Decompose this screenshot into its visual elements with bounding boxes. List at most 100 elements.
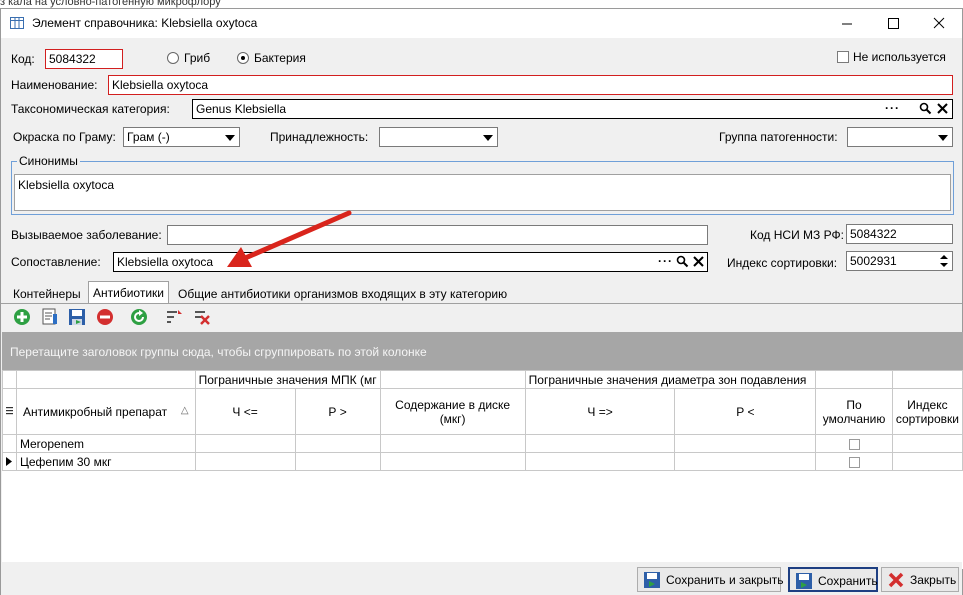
maximize-button[interactable] — [870, 9, 916, 38]
minimize-button[interactable] — [824, 9, 870, 38]
name-field[interactable]: Klebsiella oxytoca — [108, 75, 953, 95]
col-s-ge[interactable]: Ч => — [524, 388, 676, 435]
clear-filter-icon[interactable] — [193, 308, 211, 326]
synonyms-field[interactable]: Klebsiella oxytoca — [14, 174, 951, 211]
not-used-checkbox[interactable] — [837, 51, 849, 63]
affiliation-combo[interactable] — [379, 127, 498, 147]
save-label: Сохранить — [818, 574, 878, 588]
minimize-icon — [842, 23, 852, 25]
band-zone[interactable]: Пограничные значения диаметра зон подавл… — [524, 370, 817, 389]
close-form-button[interactable]: Закрыть — [881, 567, 959, 592]
save-close-icon — [644, 572, 660, 588]
indicator-header-band — [2, 370, 17, 389]
tab-containers[interactable]: Контейнеры — [9, 283, 85, 304]
disk-cell[interactable] — [379, 434, 526, 453]
disk-cell[interactable] — [379, 452, 526, 471]
save-icon[interactable] — [68, 308, 86, 326]
reference-item-window: Элемент справочника: Klebsiella oxytoca … — [0, 8, 963, 595]
r-gt-cell[interactable] — [294, 452, 381, 471]
default-cell[interactable] — [815, 452, 893, 471]
r-lt-cell[interactable] — [674, 434, 817, 453]
table-row[interactable]: Meropenem — [2, 434, 963, 453]
default-header-band — [815, 370, 893, 389]
spinner-arrows-icon[interactable] — [940, 255, 948, 267]
ellipsis-icon[interactable]: ··· — [658, 254, 673, 270]
group-panel[interactable]: Перетащите заголовок группы сюда, чтобы … — [2, 332, 963, 370]
r-lt-cell[interactable] — [674, 452, 817, 471]
add-icon[interactable] — [13, 308, 31, 326]
button-bar: Сохранить и закрыть Сохранить Закрыть — [1, 562, 962, 595]
search-icon[interactable] — [676, 255, 689, 268]
taxon-value: Genus Klebsiella — [196, 102, 287, 116]
save-and-close-button[interactable]: Сохранить и закрыть — [637, 567, 783, 592]
band-mic[interactable]: Пограничные значения МПК (мг — [194, 370, 381, 389]
col-r-lt[interactable]: Р < — [674, 388, 817, 435]
clear-icon[interactable] — [693, 256, 704, 267]
pathogenicity-label: Группа патогенности: — [719, 130, 838, 144]
col-drug-label: Антимикробный препарат — [23, 404, 168, 419]
sort-index-value: 5002931 — [850, 254, 897, 268]
code-field[interactable]: 5084322 — [45, 49, 123, 69]
gram-label: Окраска по Граму: — [13, 130, 116, 144]
tab-divider — [1, 303, 962, 304]
default-cell[interactable] — [815, 434, 893, 453]
sort-ascending-icon: △ — [180, 405, 189, 416]
search-icon[interactable] — [919, 102, 932, 115]
col-default[interactable]: По умолчанию — [815, 388, 893, 435]
code-label: Код: — [11, 52, 35, 66]
refresh-icon[interactable] — [130, 308, 148, 326]
r-gt-cell[interactable] — [294, 434, 381, 453]
drug-header-band — [16, 370, 196, 389]
table-row[interactable]: Цефепим 30 мкг — [2, 452, 963, 471]
default-checkbox[interactable] — [848, 456, 860, 468]
s-le-cell[interactable] — [194, 452, 296, 471]
sort-columns-icon[interactable] — [165, 308, 183, 326]
gram-combo[interactable]: Грам (-) — [123, 127, 240, 147]
taxon-field[interactable]: Genus Klebsiella ··· — [192, 99, 953, 119]
list-icon — [6, 406, 13, 414]
row-indicator — [2, 452, 17, 471]
sort-index-spinner[interactable]: 5002931 — [846, 251, 953, 271]
col-r-gt[interactable]: Р > — [294, 388, 381, 435]
col-drug[interactable]: Антимикробный препарат △ — [16, 388, 196, 435]
col-s-le[interactable]: Ч <= — [194, 388, 296, 435]
ellipsis-icon[interactable]: ··· — [885, 101, 900, 117]
tab-common-antibiotics[interactable]: Общие антибиотики организмов входящих в … — [174, 283, 511, 304]
save-button[interactable]: Сохранить — [788, 567, 878, 592]
radio-bacteria-label: Бактерия — [254, 51, 306, 65]
save-icon — [796, 573, 812, 589]
mapping-label: Сопоставление: — [11, 255, 101, 269]
close-x-icon — [888, 572, 904, 588]
s-ge-cell[interactable] — [524, 434, 676, 453]
mapping-value: Klebsiella oxytoca — [117, 255, 214, 269]
antibiotics-grid: Перетащите заголовок группы сюда, чтобы … — [2, 332, 963, 569]
pathogenicity-combo[interactable] — [847, 127, 953, 147]
row-selector-header[interactable] — [2, 388, 17, 435]
radio-bacteria[interactable] — [237, 52, 249, 64]
red-arrow-annotation — [227, 210, 352, 267]
col-sort-index[interactable]: Индекс сортировки — [891, 388, 963, 435]
tab-antibiotics[interactable]: Антибиотики — [88, 281, 169, 304]
title-bar[interactable]: Элемент справочника: Klebsiella oxytoca — [1, 9, 962, 38]
row-indicator — [2, 434, 17, 453]
sort-cell[interactable] — [891, 452, 963, 471]
radio-fungus[interactable] — [167, 52, 179, 64]
col-disk[interactable]: Содержание в диске (мкг) — [379, 388, 526, 435]
disease-label: Вызываемое заболевание: — [11, 228, 162, 242]
clear-icon[interactable] — [937, 103, 948, 114]
drug-cell[interactable]: Meropenem — [16, 434, 196, 453]
close-button[interactable] — [916, 9, 962, 38]
delete-icon[interactable] — [96, 308, 114, 326]
sort-cell[interactable] — [891, 434, 963, 453]
default-checkbox[interactable] — [848, 438, 860, 450]
drug-cell[interactable]: Цефепим 30 мкг — [16, 452, 196, 471]
edit-icon[interactable] — [41, 308, 59, 326]
name-label: Наименование: — [11, 78, 98, 92]
s-le-cell[interactable] — [194, 434, 296, 453]
s-ge-cell[interactable] — [524, 452, 676, 471]
gram-value: Грам (-) — [127, 130, 170, 144]
nsi-field[interactable]: 5084322 — [846, 224, 953, 244]
mapping-field[interactable]: Klebsiella oxytoca ··· — [113, 252, 708, 272]
table-icon — [10, 17, 24, 29]
close-label: Закрыть — [910, 573, 957, 587]
